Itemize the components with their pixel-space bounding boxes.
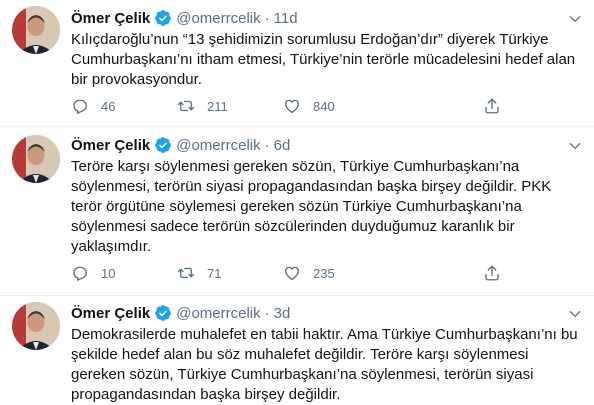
tweet-actions: 46 211 840 [71, 96, 501, 116]
author-handle[interactable]: @omerrcelik [176, 305, 260, 322]
retweet-count: 211 [207, 98, 228, 114]
tweet-time[interactable]: 6d [274, 137, 291, 154]
verified-badge-icon [154, 9, 172, 27]
share-icon [485, 265, 499, 281]
reply-count: 10 [101, 265, 116, 281]
tweet-header: Ömer Çelik @omerrcelik · 3d [71, 303, 290, 323]
tweet-time[interactable]: 3d [274, 305, 291, 322]
verified-badge-icon [154, 304, 172, 322]
share-icon [485, 98, 499, 114]
chevron-down-icon[interactable] [564, 303, 586, 325]
avatar-photo [12, 135, 60, 183]
tweet-text: Kılıçdaroğlu’nun “13 şehidimizin sorumlu… [71, 31, 576, 88]
chevron-down-icon[interactable] [564, 135, 586, 157]
verified-badge-icon [154, 136, 172, 154]
like-count: 235 [313, 265, 335, 281]
chevron-down-icon[interactable] [564, 8, 586, 30]
reply-icon [73, 99, 87, 115]
tweet-text: Teröre karşı söylenmesi gereken sözün, T… [71, 158, 552, 255]
avatar-photo [12, 6, 60, 54]
retweet-icon [177, 267, 195, 279]
like-count: 840 [313, 98, 335, 114]
separator-dot: · [264, 136, 270, 154]
separator-dot: · [264, 9, 270, 27]
retweet-button[interactable]: 211 [177, 96, 228, 116]
avatar-photo [12, 302, 60, 350]
like-icon [284, 266, 300, 281]
retweet-button[interactable]: 71 [177, 263, 221, 283]
reply-button[interactable]: 10 [71, 263, 115, 283]
retweet-count: 71 [207, 265, 222, 281]
reply-count: 46 [101, 98, 116, 114]
author-handle[interactable]: @omerrcelik [176, 10, 260, 27]
avatar[interactable] [12, 6, 60, 54]
author-name[interactable]: Ömer Çelik [71, 10, 150, 27]
tweet-time[interactable]: 11d [274, 10, 298, 27]
retweet-icon [177, 100, 195, 112]
avatar[interactable] [12, 135, 60, 183]
tweet-actions: 10 71 235 [71, 263, 501, 283]
reply-button[interactable]: 46 [71, 96, 115, 116]
author-name[interactable]: Ömer Çelik [71, 305, 150, 322]
separator-dot: · [264, 304, 270, 322]
tweet-3[interactable]: Ömer Çelik @omerrcelik · 3d Demokrasiler… [0, 296, 594, 404]
share-button[interactable] [483, 96, 501, 116]
share-button[interactable] [483, 263, 501, 283]
like-button[interactable]: 235 [283, 263, 335, 283]
tweet-1[interactable]: Ömer Çelik @omerrcelik · 11d Kılıçdaroğl… [0, 0, 594, 126]
like-button[interactable]: 840 [283, 96, 335, 116]
author-name[interactable]: Ömer Çelik [71, 137, 150, 154]
like-icon [284, 99, 300, 114]
author-handle[interactable]: @omerrcelik [176, 137, 260, 154]
tweet-text: Demokrasilerde muhalefet en tabii haktır… [71, 326, 578, 403]
tweet-header: Ömer Çelik @omerrcelik · 6d [71, 135, 290, 155]
tweet-header: Ömer Çelik @omerrcelik · 11d [71, 8, 298, 28]
avatar[interactable] [12, 302, 60, 350]
tweet-2[interactable]: Ömer Çelik @omerrcelik · 6d Teröre karşı… [0, 127, 594, 295]
reply-icon [73, 266, 87, 282]
